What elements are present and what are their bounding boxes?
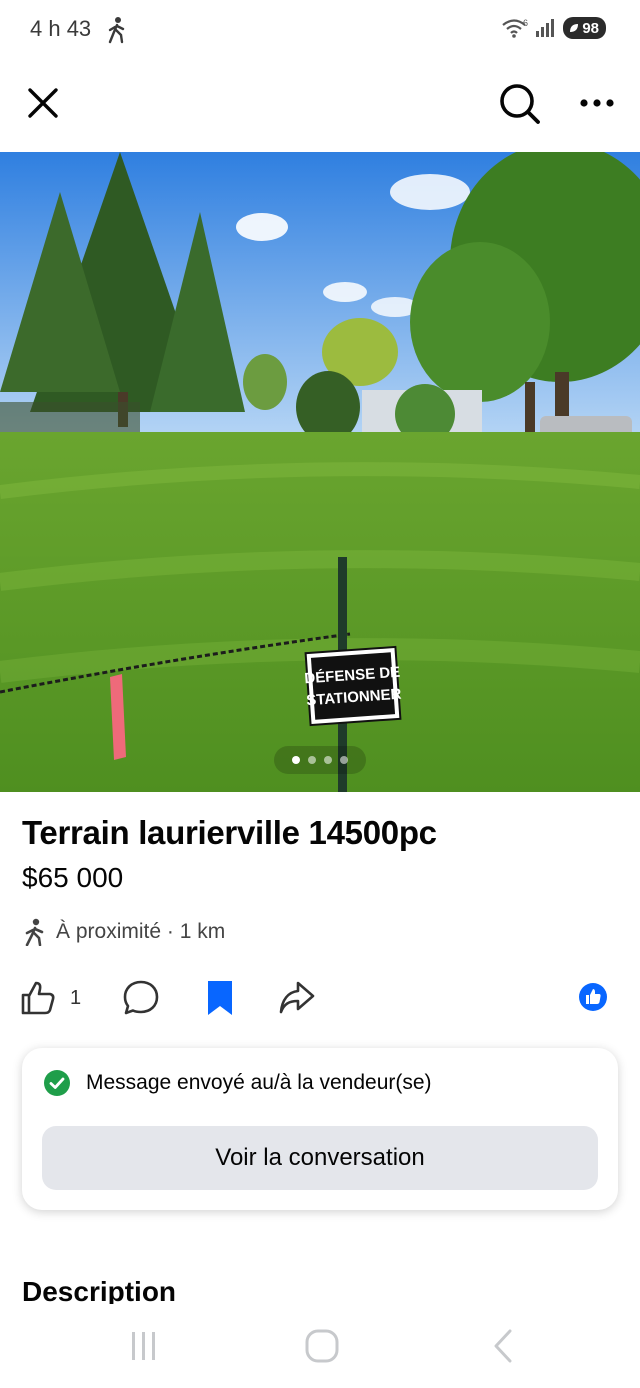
- check-circle-icon: [44, 1070, 70, 1096]
- facebook-like-icon[interactable]: [578, 982, 608, 1012]
- like-button[interactable]: 1: [20, 978, 81, 1018]
- listing-title: Terrain laurierville 14500pc: [22, 814, 437, 851]
- back-icon[interactable]: [480, 1326, 524, 1366]
- photo-pagination: [274, 746, 366, 774]
- battery-level: 98: [582, 19, 599, 37]
- status-icons: 6 98: [501, 17, 606, 39]
- listing-location: À proximité · 1 km: [22, 918, 225, 946]
- share-button[interactable]: [278, 978, 316, 1018]
- location-text: À proximité · 1 km: [56, 920, 226, 943]
- thumbs-up-icon: [21, 981, 55, 1015]
- wifi-icon: 6: [502, 18, 528, 38]
- save-button[interactable]: [204, 978, 236, 1018]
- search-icon[interactable]: [496, 80, 542, 126]
- share-icon: [279, 981, 315, 1014]
- status-time: 4 h 43: [30, 16, 92, 41]
- more-horizontal-icon[interactable]: [574, 88, 620, 118]
- bookmark-icon: [208, 981, 232, 1015]
- recent-apps-icon[interactable]: [122, 1326, 166, 1366]
- comment-button[interactable]: [122, 978, 160, 1018]
- pagination-dot-4: [340, 756, 348, 764]
- photo-scene: DÉFENSE DE STATIONNER: [0, 152, 640, 792]
- pagination-dot-3: [324, 756, 332, 764]
- message-sent-card: Message envoyé au/à la vendeur(se) Voir …: [22, 1048, 618, 1210]
- home-icon[interactable]: [300, 1326, 344, 1366]
- comment-icon: [123, 980, 159, 1015]
- walking-icon: [25, 918, 44, 946]
- pagination-dot-1: [292, 756, 300, 764]
- message-status-row: Message envoyé au/à la vendeur(se): [44, 1070, 432, 1096]
- battery-indicator: 98: [563, 17, 606, 39]
- pagination-dot-2: [308, 756, 316, 764]
- like-count: 1: [70, 986, 82, 1009]
- wifi-badge: 6: [523, 18, 528, 28]
- system-nav-bar: [0, 1308, 640, 1388]
- action-row: 1: [0, 972, 640, 1028]
- walking-icon: [108, 17, 125, 44]
- listing-photo[interactable]: DÉFENSE DE STATIONNER: [0, 152, 640, 792]
- description-heading: Description: [22, 1276, 177, 1304]
- listing-price: $65 000: [22, 862, 124, 893]
- view-conversation-button[interactable]: Voir la conversation: [42, 1126, 598, 1190]
- battery-saver-icon: [570, 24, 579, 32]
- message-status-text: Message envoyé au/à la vendeur(se): [86, 1071, 432, 1094]
- close-icon[interactable]: [22, 82, 64, 124]
- signal-icon: [536, 19, 555, 37]
- status-bar: 4 h 43 6 98: [0, 0, 640, 60]
- top-bar: [0, 60, 640, 152]
